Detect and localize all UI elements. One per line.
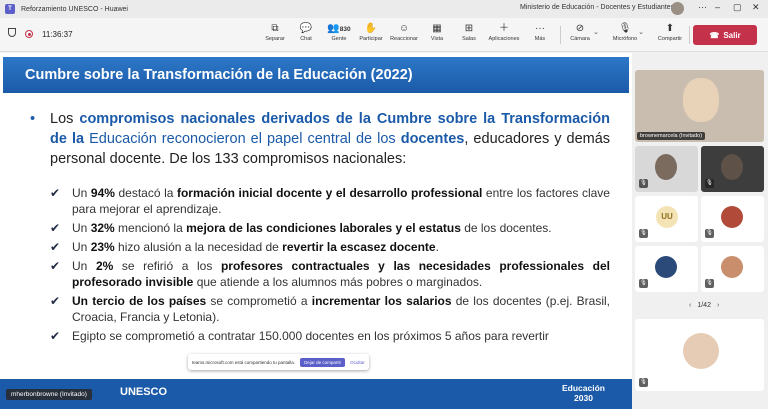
sub-bullet: ✔ Un 23% hizo alusión a la necesidad de … [50, 240, 439, 254]
stop-sharing-button[interactable]: Dejar de compartir [300, 357, 346, 367]
sub-bullet: ✔ Un 94% destacó la formación inicial do… [50, 186, 610, 216]
participant-pager: ‹ 1/42 › [689, 302, 720, 309]
mic-off-icon: 🎙 [639, 229, 648, 238]
close-icon[interactable]: ✕ [752, 2, 760, 13]
apps-icon: ＋ [499, 23, 509, 34]
screen-share-banner: teams.microsoft.com está compartiendo tu… [188, 354, 369, 370]
participants-panel: brownemarcela (Invitado) 🎙 🎙 UU 🎙 🎙 🎙 🎙 … [633, 53, 768, 409]
mic-off-icon: 🎙 [705, 279, 714, 288]
share-icon: ⬆ [665, 23, 675, 34]
toolbar-divider [689, 26, 690, 44]
phone-icon: ☎ [709, 30, 720, 40]
video-tile[interactable]: 🎙 [701, 246, 764, 292]
video-tile[interactable]: 🎙 [635, 146, 698, 192]
share-banner-text: teams.microsoft.com está compartiendo tu… [192, 359, 296, 365]
mic-off-icon: 🎙 [705, 179, 714, 188]
participant-avatar [721, 256, 743, 278]
chevron-down-icon[interactable]: ⌄ [593, 28, 599, 36]
checkmark-icon: ✔ [50, 240, 61, 254]
main-bullet: • Los compromisos nacionales derivados d… [30, 111, 611, 167]
checkmark-icon: ✔ [50, 259, 61, 273]
presenter-name-tag: mherbonbrowne (Invitado) [6, 389, 92, 400]
title-bar: T Reforzamiento UNESCO - Huawei Minister… [0, 0, 768, 18]
sub-bullets: ✔ Un 94% destacó la formación inicial do… [30, 185, 610, 344]
hide-banner-button[interactable]: Ocultar [350, 360, 365, 365]
sub-bullet: ✔ Un 2% se refirió a los profesores cont… [50, 259, 610, 289]
chevron-right-icon[interactable]: › [717, 302, 719, 309]
participant-avatar [683, 333, 719, 369]
teams-logo-icon: T [5, 4, 15, 14]
unesco-logo: UNESCO [120, 386, 168, 398]
more-options-icon[interactable]: ··· [698, 2, 707, 12]
video-tile[interactable]: 🎙 [701, 146, 764, 192]
shield-icon [8, 28, 16, 37]
sub-bullet: ✔ Egipto se comprometió a contratar 150.… [50, 329, 549, 343]
video-tile[interactable]: 🎙 [635, 246, 698, 292]
meeting-timer: 11:36:37 [42, 30, 73, 39]
bullet-dot: • [30, 111, 36, 127]
video-tile[interactable]: 🎙 [701, 196, 764, 242]
mic-off-icon: 🎙 [618, 23, 632, 34]
mic-button[interactable]: 🎙 Micrófono ⌄ [608, 22, 644, 42]
rooms-icon: ⊞ [464, 23, 474, 34]
view-button[interactable]: ▦ Vista [420, 22, 454, 42]
camera-button[interactable]: ⊘ Cámara ⌄ [563, 22, 599, 42]
people-icon: 👥830 [327, 23, 351, 34]
minimize-icon[interactable]: – [715, 2, 720, 12]
chevron-left-icon[interactable]: ‹ [689, 302, 691, 309]
education-2030-logo: Educación 2030 [562, 383, 605, 403]
chat-icon: 💬 [299, 23, 313, 34]
mic-off-icon: 🎙 [639, 279, 648, 288]
share-button[interactable]: ⬆ Compartir [653, 22, 687, 42]
participant-name-label: brownemarcela (Invitado) [637, 132, 706, 140]
checkmark-icon: ✔ [50, 221, 61, 235]
checkmark-icon: ✔ [50, 294, 61, 308]
checkmark-icon: ✔ [50, 329, 61, 343]
slide-footer: UNESCO Educación 2030 [0, 379, 632, 409]
meeting-toolbar: 11:36:37 ⧉ Separar 💬 Chat 👥830 Gente ✋ P… [0, 18, 768, 52]
video-tile[interactable]: UU 🎙 [635, 196, 698, 242]
slide-header: Cumbre sobre la Transformación de la Edu… [3, 57, 629, 93]
chat-button[interactable]: 💬 Chat [289, 22, 323, 42]
recording-icon [25, 30, 33, 38]
chevron-down-icon[interactable]: ⌄ [638, 28, 644, 36]
mic-off-icon: 🎙 [705, 229, 714, 238]
more-icon: ··· [535, 23, 545, 34]
window-title: Ministerio de Educación - Docentes y Est… [520, 4, 675, 11]
sub-bullet: ✔ Un 32% mencionó la mejora de las condi… [50, 221, 552, 235]
participant-video [655, 154, 677, 180]
react-icon: ☺ [398, 23, 410, 34]
more-button[interactable]: ··· Más [523, 22, 557, 42]
camera-off-icon: ⊘ [575, 23, 585, 34]
maximize-icon[interactable]: ▢ [733, 2, 742, 13]
sub-bullet: ✔ Un tercio de los países se comprometió… [50, 294, 610, 324]
raise-hand-icon: ✋ [364, 23, 378, 34]
participant-initials: UU [656, 206, 678, 228]
view-icon: ▦ [432, 23, 442, 34]
app-title: Reforzamiento UNESCO - Huawei [21, 5, 128, 13]
shared-screen: Cumbre sobre la Transformación de la Edu… [0, 53, 632, 409]
video-tile[interactable]: 🎙 [635, 319, 764, 391]
toolbar-divider [560, 26, 561, 44]
checkmark-icon: ✔ [50, 186, 61, 200]
rooms-button[interactable]: ⊞ Salas [452, 22, 486, 42]
participant-avatar [721, 206, 743, 228]
people-count: 830 [339, 26, 351, 33]
raise-hand-button[interactable]: ✋ Participar [354, 22, 388, 42]
video-tile-main[interactable]: brownemarcela (Invitado) [635, 70, 764, 142]
pop-out-button[interactable]: ⧉ Separar [258, 22, 292, 42]
leave-button[interactable]: ☎ Salir [693, 25, 757, 45]
participant-video [721, 154, 743, 180]
mic-off-icon: 🎙 [639, 378, 648, 387]
slide-body: • Los compromisos nacionales derivados d… [30, 109, 610, 347]
participant-video [683, 78, 719, 122]
slide-title: Cumbre sobre la Transformación de la Edu… [25, 67, 413, 83]
participant-avatar [655, 256, 677, 278]
react-button[interactable]: ☺ Reaccionar [387, 22, 421, 42]
people-button[interactable]: 👥830 Gente [322, 22, 356, 42]
mic-off-icon: 🎙 [639, 179, 648, 188]
account-avatar[interactable] [671, 2, 684, 15]
pop-out-icon: ⧉ [271, 23, 279, 34]
apps-button[interactable]: ＋ Aplicaciones [487, 22, 521, 42]
